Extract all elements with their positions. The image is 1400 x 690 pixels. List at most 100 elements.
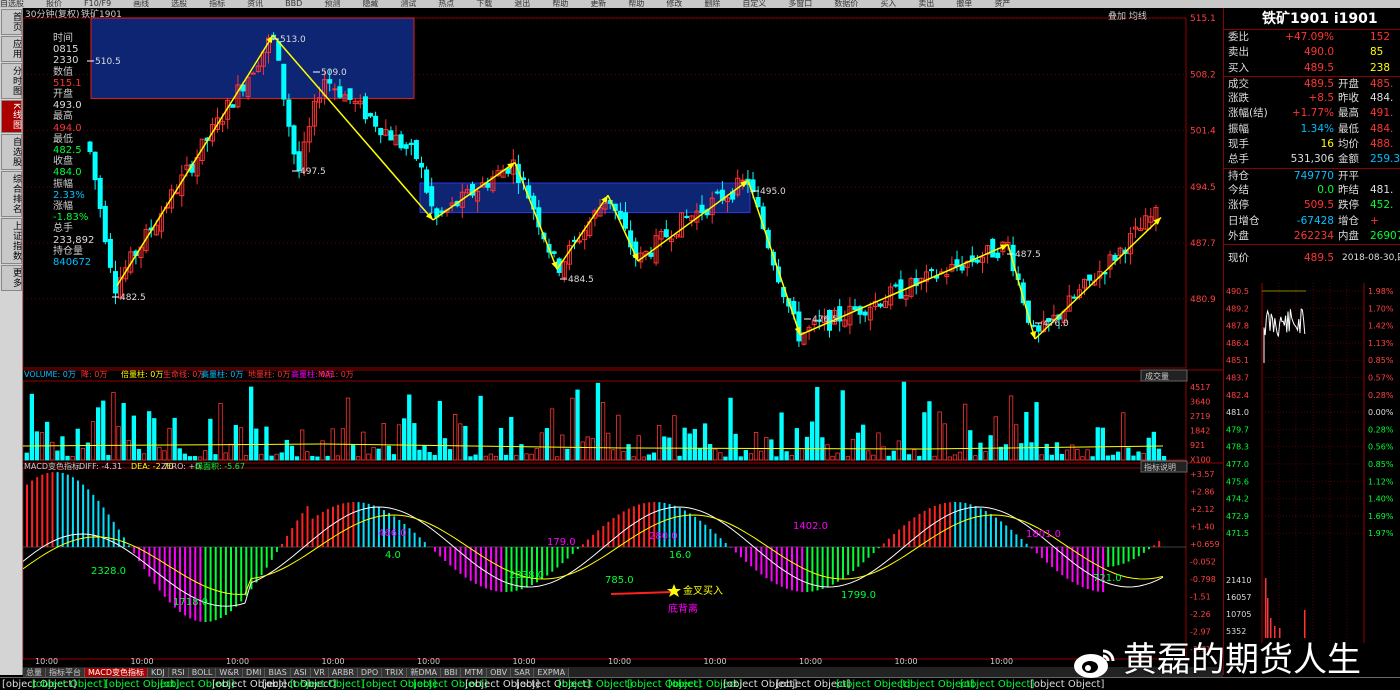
quote-row-value2: 484. [1370,122,1394,135]
vol-value: 233,892 [53,234,95,246]
indicator-tab[interactable]: OBV [487,668,512,677]
sidebar-tab[interactable]: 首页 [1,9,22,35]
sidebar-tab[interactable]: 综合排名 [1,170,22,217]
toolbar-item[interactable]: 资产 [994,0,1010,8]
volume-legend-item: 降: 0万 [81,369,107,379]
toolbar-item[interactable]: 下载 [476,0,492,8]
volume-bar [1136,451,1141,461]
quote-row-label: 涨跌 [1228,92,1249,105]
volume-bar [386,445,392,461]
volume-bar [799,448,805,461]
toolbar-item[interactable]: 买入 [880,0,896,8]
candle-body [959,265,965,271]
toolbar-item[interactable]: 报价 [46,0,62,8]
quote-row-label: 买入 [1228,61,1249,74]
mini-left-axis-label: 486.4 [1226,339,1249,348]
indicator-tab[interactable]: BBI [441,668,462,677]
volume-bar [1014,424,1019,461]
indicator-tab[interactable]: DPO [357,668,383,677]
toolbar-item[interactable]: 多窗口 [788,0,812,8]
toolbar-item[interactable]: 帮助 [552,0,568,8]
volume-bar [1131,455,1136,461]
indicator-tab[interactable]: 指标平台 [46,668,85,677]
indicator-tab[interactable]: ARBR [328,668,358,677]
toolbar-item[interactable]: 画线 [133,0,149,8]
toolbar-item[interactable]: 指标 [209,0,225,8]
indicator-tab[interactable]: SAR [511,668,535,677]
indicator-tab[interactable]: ASI [290,668,311,677]
kline-chart-area[interactable]: 515.1 508.2 501.4 494.5 487.7 480.9 30分钟(复权) 铁矿… [23,8,1223,667]
toolbar-item[interactable]: 测试 [400,0,416,8]
toolbar-item[interactable]: 修改 [666,0,682,8]
period-label: 30分钟(复权) [25,8,79,20]
volume-bar [1085,449,1090,461]
indicator-tab[interactable]: KDJ [147,668,169,677]
volume-bar [1059,453,1065,461]
toolbar-item[interactable]: 数据价 [834,0,858,8]
candle-body [378,127,384,136]
volume-bar [136,448,142,461]
volume-bar [871,454,876,461]
volume-bar [1049,454,1054,461]
volume-bar [855,432,861,461]
quote-row-label2: 增仓 [1338,214,1359,227]
sidebar-tab[interactable]: 自选股 [1,133,22,170]
toolbar-item[interactable]: 隐藏 [362,0,378,8]
mini-left-axis-label: 482.4 [1226,391,1249,400]
toolbar-item[interactable]: 自选股 [0,0,24,8]
quote-row: 今结 0.0 昨结 481. [1224,183,1400,198]
toolbar-item[interactable]: 删除 [704,0,720,8]
mini-left-axis-label: 489.2 [1226,304,1249,313]
toolbar-item[interactable]: BBD [285,0,302,8]
volume-bar [1090,456,1095,461]
mini-intraday-chart[interactable]: 490.5 1.98% 489.2 1.70% 487.8 1.42% 486.4 1.13%… [1224,283,1400,643]
indicator-tab[interactable]: TRIX [382,668,408,677]
resistance-zone-box [90,17,415,99]
volume-bar [264,426,269,461]
sidebar-tab[interactable]: K线图 [1,100,22,133]
volume-bar [412,423,417,461]
indicator-tab[interactable]: RSI [168,668,189,677]
macd-axis-label: -0.052 [1190,558,1216,567]
toolbar-item[interactable]: 撤单 [956,0,972,8]
indicator-tab[interactable]: MTM [461,668,488,677]
toolbar-item[interactable]: 退出 [514,0,530,8]
toolbar-item[interactable]: 资讯 [247,0,263,8]
volume-bar [294,456,300,461]
buy-signal-star-icon [667,584,681,597]
indicator-tab[interactable]: DMI [243,668,266,677]
volume-axis-label: 2719 [1190,412,1210,421]
toolbar-item[interactable]: 选股 [171,0,187,8]
sidebar-tab[interactable]: 分时图 [1,63,22,99]
indicator-tab[interactable]: VR [310,668,329,677]
time-axis-label: 10:00 [704,657,727,666]
volume-bar [299,429,305,461]
toolbar-item[interactable]: F10/F9 [84,0,111,8]
volume-legend-item: 地量柱: 0万 [248,369,290,379]
quote-row: 现手 16 均价 488. [1224,137,1400,152]
sidebar-tab[interactable]: 更多 [1,264,22,291]
toolbar-item[interactable]: 帮助 [628,0,644,8]
quote-row-label: 振幅 [1228,122,1249,135]
toolbar-item[interactable]: 预测 [324,0,340,8]
toolbar-item[interactable]: 热点 [438,0,454,8]
time-hm: 2330 [53,55,79,67]
indicator-tab[interactable]: BOLL [188,668,217,677]
indicator-tabs: 总量 指标平台 MACD变色指标 KDJ RSI BOLL W&R DMI BIAS ASI VR A… [23,667,1223,677]
indicator-tab[interactable]: 新DMA [407,668,442,677]
indicator-tab[interactable]: 总量 [23,668,46,677]
toolbar-item[interactable]: 自定义 [742,0,766,8]
macd-axis-label: +3.57 [1190,470,1215,479]
toolbar-item[interactable]: 卖出 [918,0,934,8]
candle-body [408,142,414,146]
volume-bar [590,438,595,461]
indicator-tab[interactable]: EXPMA [534,668,570,677]
sidebar-tab[interactable]: 上证指数 [1,217,22,264]
cursor-info-panel: 时间 0815 2330 数值 515.1 开盘 493.0 最高 494.0 … [53,33,95,268]
sidebar-tab[interactable]: 应用 [1,36,22,62]
indicator-tab[interactable]: MACD变色指标 [85,668,148,677]
indicator-tab[interactable]: W&R [216,668,244,677]
indicator-tab[interactable]: BIAS [265,668,291,677]
toolbar-item[interactable]: 更新 [590,0,606,8]
quote-row: 成交 489.5 开盘 485. [1224,75,1400,91]
